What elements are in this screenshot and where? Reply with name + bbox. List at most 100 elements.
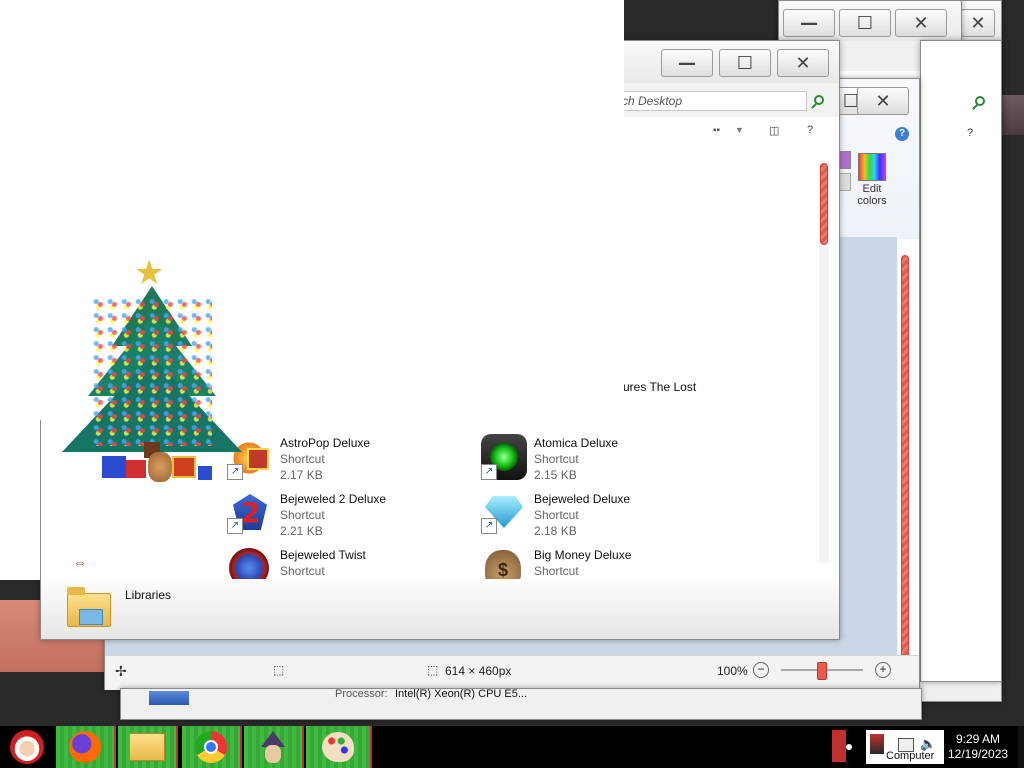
minimize-button[interactable]: — [661, 49, 713, 77]
file-name: AstroPop Deluxe [280, 436, 371, 450]
firefox-icon [69, 731, 101, 763]
file-type: Shortcut [280, 564, 325, 578]
selection-size-icon: ⬚ [273, 663, 285, 677]
close-icon: ✕ [913, 12, 929, 34]
bejeweled-icon: ↗ [481, 490, 525, 536]
preview-pane-icon[interactable]: ◫ [769, 124, 779, 137]
maximize-button[interactable]: ☐ [719, 49, 771, 77]
explorer-icon [129, 733, 165, 761]
help-button[interactable]: ? [967, 127, 973, 139]
edit-colors-label-2: colors [857, 195, 887, 207]
maximize-button[interactable]: ☐ [839, 9, 891, 37]
background-window-4: ? [920, 40, 1002, 682]
truncated-file-name: ures The Lost [623, 380, 697, 394]
view-options-icon[interactable]: ▪▪ [713, 125, 720, 136]
minimize-button[interactable]: — [783, 9, 835, 37]
start-button[interactable] [0, 726, 52, 768]
chevron-down-icon[interactable]: ▼ [735, 125, 744, 135]
file-type: Shortcut [534, 452, 579, 466]
zoom-level: 100% [717, 664, 748, 678]
file-size: 2.18 KB [534, 524, 577, 538]
wizard-icon [258, 731, 288, 763]
file-type: Shortcut [280, 508, 325, 522]
search-input[interactable]: ch Desktop [617, 91, 807, 111]
list-item[interactable]: ↗ Atomica Deluxe Shortcut 2.15 KB [481, 434, 701, 486]
maximize-icon: ☐ [856, 12, 874, 34]
file-type: Shortcut [534, 508, 579, 522]
network-icon[interactable] [870, 734, 884, 754]
show-hidden-icons-dot[interactable] [846, 744, 852, 750]
vertical-scrollbar-thumb[interactable] [820, 163, 828, 245]
file-name: Bejeweled Twist [280, 548, 366, 562]
processor-label: Processor: [335, 688, 388, 700]
paint-icon [322, 732, 354, 762]
taskbar-button-explorer[interactable] [118, 726, 178, 768]
libraries-label[interactable]: Libraries [125, 588, 171, 602]
list-item[interactable]: ↗ Bejeweled Deluxe Shortcut 2.18 KB [481, 490, 701, 542]
close-button[interactable]: ✕ [777, 49, 829, 77]
show-desktop-button[interactable] [1018, 726, 1024, 768]
notification-area-accent [832, 730, 846, 762]
file-type: Shortcut [534, 564, 579, 578]
vertical-scrollbar-thumb[interactable] [901, 255, 909, 677]
processor-value: Intel(R) Xeon(R) CPU E5... [395, 688, 528, 700]
list-item[interactable]: Bejeweled Twist Shortcut [227, 546, 447, 580]
bejeweled2-icon: 2 ↗ [227, 490, 271, 536]
zoom-out-button[interactable]: − [753, 662, 769, 678]
help-icon[interactable]: ? [895, 127, 909, 141]
clock-time[interactable]: 9:29 AM [956, 732, 1000, 746]
close-button[interactable]: ✕ [857, 87, 909, 115]
image-dimensions: 614 × 460px [445, 664, 512, 678]
atomica-icon: ↗ [481, 434, 527, 480]
maximize-icon: ☐ [736, 52, 754, 74]
clock-date[interactable]: 12/19/2023 [948, 747, 1008, 761]
file-name: Big Money Deluxe [534, 548, 632, 562]
file-name: Bejeweled 2 Deluxe [280, 492, 387, 506]
libraries-folder-icon[interactable] [67, 587, 111, 627]
desktop-photo-strip-right [1000, 95, 1024, 135]
close-icon: ✕ [875, 90, 891, 112]
zoom-in-button[interactable]: + [875, 662, 891, 678]
file-name: Bejeweled Deluxe [534, 492, 631, 506]
cursor-position-icon: ✢ [115, 663, 127, 679]
edit-colors-button[interactable]: Edit colors [851, 149, 893, 217]
close-icon: ✕ [795, 52, 811, 74]
file-name: Atomica Deluxe [534, 436, 619, 450]
help-button[interactable]: ? [807, 124, 813, 136]
system-properties-window[interactable]: Processor: Intel(R) Xeon(R) CPU E5... [120, 688, 922, 720]
shortcut-arrow-icon: ↗ [227, 518, 243, 534]
file-size: 2.17 KB [280, 468, 323, 482]
santa-icon [10, 730, 44, 764]
minimize-icon: — [678, 52, 696, 74]
color-spectrum-icon [858, 153, 886, 181]
close-button[interactable]: ✕ [961, 9, 995, 37]
resize-arrows-icon: ⇔ [73, 554, 87, 570]
shortcut-arrow-icon: ↗ [481, 464, 497, 480]
list-item[interactable]: ↗ AstroPop Deluxe Shortcut 2.17 KB [227, 434, 447, 486]
taskbar-button-paint[interactable] [306, 726, 372, 768]
computer-icon [149, 691, 189, 705]
paint-statusbar [105, 655, 919, 690]
chrome-icon [195, 731, 227, 763]
close-button[interactable]: ✕ [895, 9, 947, 37]
edit-colors-label: Edit [862, 183, 882, 195]
taskbar-button-wizard[interactable] [244, 726, 304, 768]
taskbar-button-firefox[interactable] [56, 726, 116, 768]
close-icon: ✕ [970, 12, 986, 34]
bejeweled-twist-icon [229, 548, 269, 580]
file-size: 2.15 KB [534, 468, 577, 482]
image-size-icon: ⬚ [427, 663, 439, 677]
list-item[interactable]: $ Big Money Deluxe Shortcut [481, 546, 701, 580]
search-icon[interactable] [814, 95, 824, 105]
christmas-tree-decoration: ★ [52, 256, 252, 492]
blank-window-left-edge [0, 420, 40, 580]
big-money-icon: $ [485, 550, 521, 580]
taskbar-button-chrome[interactable] [182, 726, 242, 768]
zoom-slider-thumb[interactable] [817, 662, 827, 680]
search-icon[interactable] [975, 96, 985, 106]
list-item[interactable]: 2 ↗ Bejeweled 2 Deluxe Shortcut 2.21 KB [227, 490, 447, 542]
star-icon: ★ [134, 253, 165, 293]
file-size: 2.21 KB [280, 524, 323, 538]
minimize-icon: — [800, 12, 818, 34]
shortcut-arrow-icon: ↗ [481, 518, 497, 534]
